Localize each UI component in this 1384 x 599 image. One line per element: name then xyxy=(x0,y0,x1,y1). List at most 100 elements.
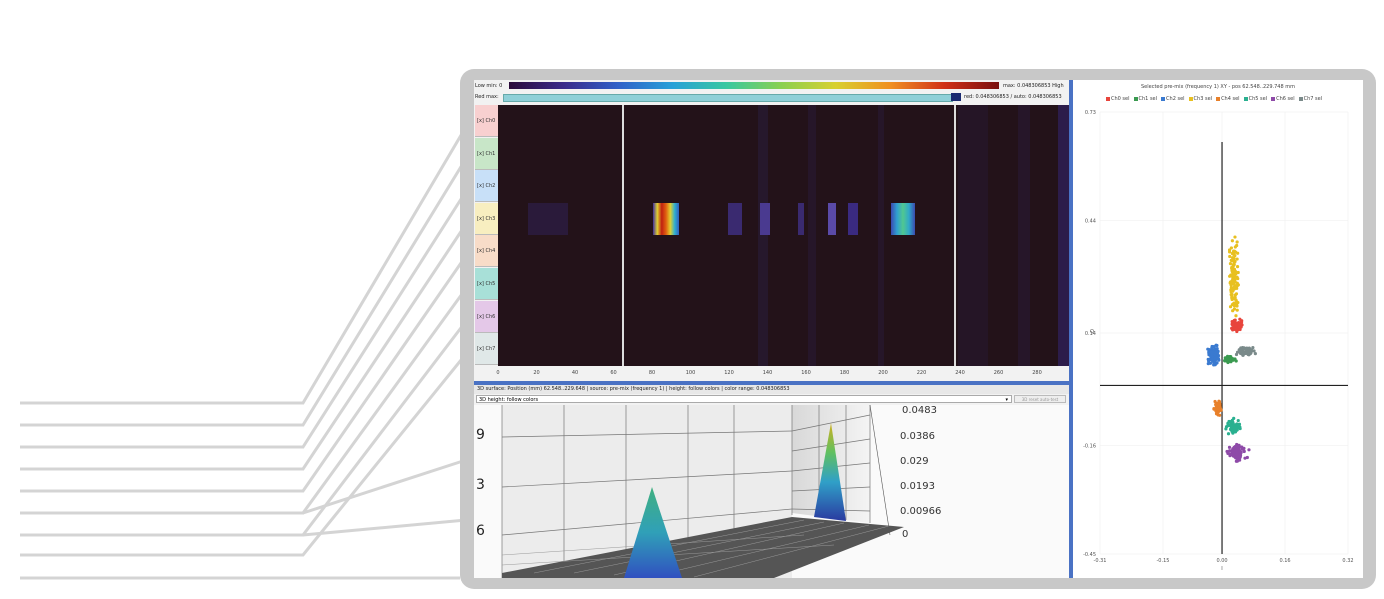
scatter-plot[interactable]: 0.730.440.14-0.16-0.45-0.31 -0.15 0.00 0.16… xyxy=(1073,80,1363,578)
channel-label[interactable]: [x] Ch1 xyxy=(475,137,498,170)
x-tick-label: 20 xyxy=(533,370,540,376)
surface-controls: 3D height: follow colors ▾ 3D reset auto… xyxy=(474,394,1069,405)
scatter-point xyxy=(1233,318,1237,322)
scatter-point xyxy=(1232,416,1236,420)
scatter-point xyxy=(1237,423,1241,427)
x-tick-label: 240 xyxy=(955,370,965,376)
scatter-point xyxy=(1228,254,1232,259)
surface-info-line: 3D surface: Position (mm) 62.548..229.64… xyxy=(474,385,1069,394)
scatter-point xyxy=(1230,239,1234,243)
height-mode-select[interactable]: 3D height: follow colors ▾ xyxy=(476,395,1012,403)
scatter-point xyxy=(1236,251,1240,255)
scatter-point xyxy=(1238,453,1242,457)
x-tick-label: 0.00 xyxy=(1216,558,1227,564)
scatter-point xyxy=(1234,314,1238,318)
x-tick-label: -0.15 xyxy=(1157,558,1170,564)
scatter-point xyxy=(1231,270,1235,274)
x-tick-label: 180 xyxy=(839,370,850,376)
surface-3d-plot[interactable]: 0.0483 0.0386 0.029 0.0193 0.00966 0 9 3 6 xyxy=(474,405,1069,578)
scatter-point xyxy=(1227,445,1232,449)
scatter-point xyxy=(1235,243,1239,248)
z-tick-label: 0.0483 xyxy=(902,405,937,416)
scatter-point xyxy=(1248,352,1252,356)
scatter-point xyxy=(1235,283,1240,287)
scatter-point xyxy=(1234,327,1238,331)
redmax-label: Red max: xyxy=(475,94,499,100)
scatter-point xyxy=(1215,343,1219,348)
scatter-point xyxy=(1232,304,1237,308)
scatter-point xyxy=(1236,300,1240,305)
z-tick-label: 0 xyxy=(902,529,909,540)
scatter-point xyxy=(1232,274,1236,278)
scatter-point xyxy=(1245,455,1249,460)
scatter-point xyxy=(1231,280,1235,285)
x-tick-label: 40 xyxy=(571,370,579,376)
colorbar xyxy=(509,82,999,89)
x-tick-label: 220 xyxy=(916,370,927,376)
z-tick-label: 0.0386 xyxy=(900,431,935,442)
scatter-point xyxy=(1234,448,1238,452)
redmax-row: Red max: red: 0.048306853 / auto: 0.0483… xyxy=(474,91,1069,103)
app-window: Low min: 0 max: 0.048306853 High Red max… xyxy=(474,80,1363,578)
scatter-point xyxy=(1231,450,1235,455)
scatter-point xyxy=(1234,459,1238,463)
scatter-point xyxy=(1229,358,1233,362)
scatter-point xyxy=(1206,357,1210,361)
x-tick-label: 260 xyxy=(993,370,1004,376)
x-tick-label: 0.32 xyxy=(1342,558,1353,564)
heatmap xyxy=(498,105,1069,366)
redmax-slider[interactable] xyxy=(503,94,953,102)
y-tick-label: 6 xyxy=(476,523,485,539)
scatter-point xyxy=(1225,354,1230,358)
channel-label[interactable]: [x] Ch6 xyxy=(475,300,498,333)
scatter-point xyxy=(1228,305,1233,309)
height-mode-value: 3D height: follow colors xyxy=(479,397,539,403)
y-tick-label: 3 xyxy=(476,477,485,493)
scatter-point xyxy=(1249,348,1253,352)
heatmap-panel: Low min: 0 max: 0.048306853 High Red max… xyxy=(474,80,1069,578)
scatter-point xyxy=(1226,432,1231,436)
x-tick-label: 280 xyxy=(1032,370,1042,376)
scatter-point xyxy=(1228,420,1232,424)
scatter-point xyxy=(1235,350,1240,354)
channel-label[interactable]: [x] Ch3 xyxy=(475,202,498,235)
scatter-point xyxy=(1231,323,1235,327)
y-tick-label: 9 xyxy=(476,427,485,443)
scatter-point xyxy=(1232,249,1237,253)
scatter-panel: Selected pre-mix (frequency 1) XY - pos … xyxy=(1073,80,1363,578)
x-tick-label: 100 xyxy=(685,370,696,376)
x-tick-label: 0 xyxy=(496,370,500,376)
scatter-point xyxy=(1233,235,1237,239)
scatter-point xyxy=(1230,292,1234,297)
redmax-value: red: 0.048306853 / auto: 0.048306853 xyxy=(964,94,1062,100)
channel-labels: [x] Ch0 [x] Ch1 [x] Ch2 [x] Ch3 [x] Ch4 [x] C… xyxy=(474,105,498,366)
scatter-point xyxy=(1234,292,1239,296)
scatter-point xyxy=(1229,273,1233,277)
scatter-point xyxy=(1233,425,1238,429)
scatter-point xyxy=(1215,406,1219,410)
scatter-point xyxy=(1233,444,1237,449)
x-axis-label: I xyxy=(1221,566,1222,572)
scatter-point xyxy=(1231,296,1236,300)
x-tick-label: 60 xyxy=(610,370,617,376)
channel-label[interactable]: [x] Ch4 xyxy=(475,235,498,268)
reset-view-button[interactable]: 3D reset auto-test xyxy=(1014,395,1066,403)
y-axis-label: Q xyxy=(1090,329,1094,335)
redmax-slider-handle[interactable] xyxy=(951,93,961,101)
scatter-point xyxy=(1226,451,1230,456)
scatter-point xyxy=(1228,262,1233,266)
scatter-point xyxy=(1242,347,1246,351)
scatter-point xyxy=(1233,259,1237,264)
heatmap-x-axis: 0 20 40 60 80 100 120 140 160 180 200 220 240 260 280 xyxy=(496,366,1069,380)
x-tick-label: -0.31 xyxy=(1094,558,1107,564)
scatter-point xyxy=(1236,418,1240,423)
channel-label[interactable]: [x] Ch7 xyxy=(475,333,498,366)
scatter-point xyxy=(1209,350,1213,354)
scatter-point xyxy=(1238,348,1242,352)
channel-label[interactable]: [x] Ch0 xyxy=(475,105,498,137)
scatter-point xyxy=(1241,353,1245,357)
scatter-point xyxy=(1227,423,1231,427)
channel-label[interactable]: [x] Ch2 xyxy=(475,170,498,203)
channel-label[interactable]: [x] Ch5 xyxy=(475,268,498,300)
scatter-point xyxy=(1210,346,1214,350)
